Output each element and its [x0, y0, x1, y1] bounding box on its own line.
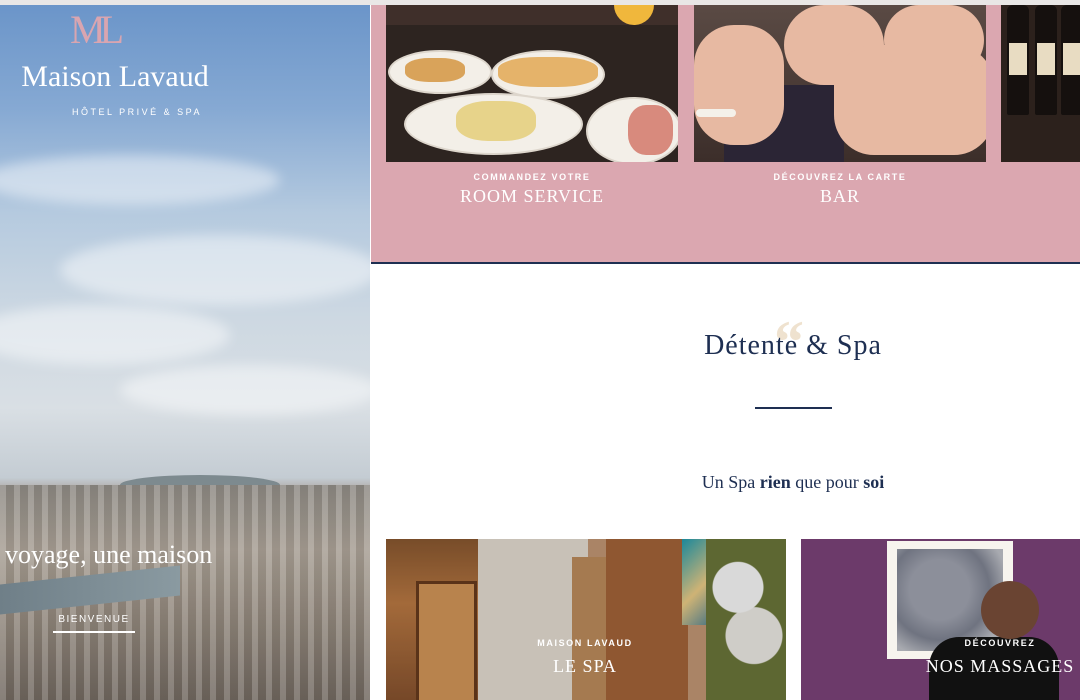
subtitle-emphasis: soi	[863, 472, 885, 492]
subtitle-part: Un Spa	[701, 472, 760, 492]
bottle-label	[1037, 43, 1055, 75]
subtitle-emphasis: rien	[759, 472, 791, 492]
plate	[388, 50, 492, 94]
hand	[694, 25, 784, 145]
hand	[884, 5, 984, 75]
dish	[498, 57, 598, 87]
bottle	[1061, 5, 1080, 115]
cloud	[120, 365, 370, 415]
bottle-label	[1009, 43, 1027, 75]
subtitle-part: que pour	[790, 472, 864, 492]
plate	[586, 97, 678, 162]
bar-image[interactable]	[694, 5, 986, 162]
spa-card-title[interactable]: LE SPA	[500, 656, 670, 677]
brand-name[interactable]: Maison Lavaud	[0, 60, 230, 94]
title-underline	[755, 407, 832, 409]
bottle	[1007, 5, 1029, 115]
bracelet	[696, 109, 736, 117]
dish	[628, 105, 673, 155]
bar-title[interactable]: BAR	[694, 186, 986, 207]
room-service-title[interactable]: ROOM SERVICE	[386, 186, 678, 207]
spa-section-subtitle: Un Spa rien que pour soi	[580, 472, 1006, 493]
cloud	[60, 235, 370, 305]
plate	[404, 93, 583, 155]
welcome-button[interactable]: BIENVENUE	[53, 614, 135, 633]
dish	[456, 101, 536, 141]
bar-kicker: DÉCOUVREZ LA CARTE	[773, 172, 907, 182]
dish	[405, 58, 465, 82]
plate	[491, 50, 605, 99]
logo-monogram[interactable]: ML	[70, 8, 132, 52]
cloud	[0, 305, 230, 365]
bottle-label	[1063, 43, 1080, 75]
massage-card-title[interactable]: NOS MASSAGES	[900, 656, 1080, 677]
spa-card-kicker: MAISON LAVAUD	[537, 638, 633, 648]
brand-tagline: HÔTEL PRIVÉ & SPA	[71, 107, 202, 117]
therapist-head	[981, 581, 1039, 639]
bottle	[1035, 5, 1057, 115]
hero-headline: voyage, une maison	[5, 540, 213, 569]
cloud	[0, 155, 280, 205]
section-divider	[371, 262, 1080, 264]
juice-glass	[614, 5, 654, 25]
massage-card-kicker: DÉCOUVREZ	[964, 638, 1036, 648]
spa-section-title: Détente & Spa	[704, 330, 882, 361]
room-service-kicker: COMMANDEZ VOTRE	[473, 172, 591, 182]
wine-image[interactable]	[1001, 5, 1080, 162]
room-service-image[interactable]	[386, 5, 678, 162]
